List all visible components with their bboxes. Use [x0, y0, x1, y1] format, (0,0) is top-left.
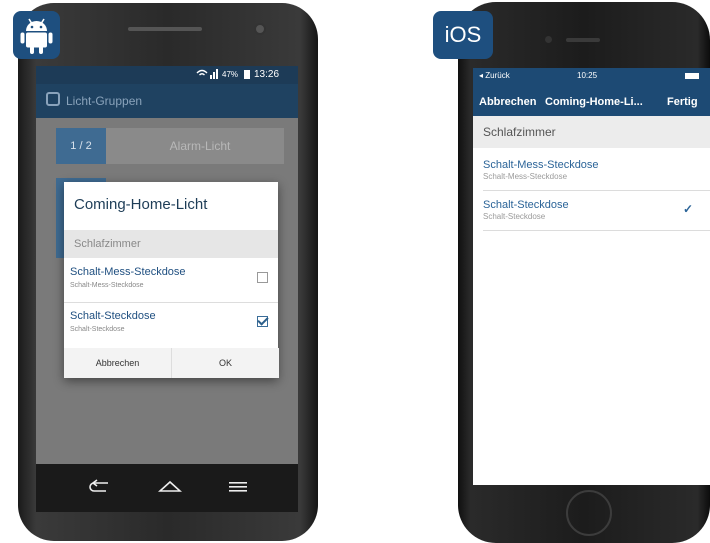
status-time: 10:25 [577, 71, 598, 80]
dialog-title: Coming-Home-Licht [74, 196, 208, 213]
app-bar-title: Licht-Gruppen [66, 94, 143, 108]
android-logo-icon [13, 11, 60, 59]
android-app-bar: Licht-Gruppen [36, 84, 298, 118]
dialog-section-header: Schlafzimmer [64, 230, 278, 258]
checkmark-icon: ✓ [683, 202, 694, 216]
device-checkbox[interactable] [257, 272, 268, 283]
battery-icon [244, 70, 250, 79]
battery-percent: 47% [222, 70, 239, 79]
phone-speaker [566, 38, 600, 42]
phone-speaker [128, 27, 202, 31]
android-status-bar: 47% 13:26 [36, 66, 298, 84]
device-item[interactable]: Schalt-Mess-Steckdose Schalt-Mess-Steckd… [483, 152, 710, 190]
divider [483, 230, 710, 231]
section-label: Schlafzimmer [483, 125, 556, 139]
nav-title: Coming-Home-Li... [545, 96, 643, 108]
android-screen: 47% 13:26 Licht-Gruppen 1 / 2 Alarm-Lich… [36, 66, 298, 464]
group-label: Alarm-Licht [169, 139, 231, 153]
device-subtitle: Schalt-Mess-Steckdose [70, 282, 144, 289]
ios-screen: ◂ Zurück 10:25 Abbrechen Coming-Home-Li.… [473, 68, 710, 485]
device-name: Schalt-Steckdose [70, 310, 156, 322]
phone-camera [545, 36, 552, 43]
device-item[interactable]: Schalt-Mess-Steckdose Schalt-Mess-Steckd… [64, 260, 278, 300]
device-name: Schalt-Mess-Steckdose [70, 266, 186, 278]
device-name: Schalt-Mess-Steckdose [483, 159, 599, 171]
section-label: Schlafzimmer [74, 238, 141, 250]
back-icon[interactable] [88, 477, 110, 498]
device-item[interactable]: Schalt-Steckdose Schalt-Steckdose ✓ [483, 192, 710, 230]
done-button[interactable]: Fertig [667, 96, 698, 108]
back-icon[interactable] [46, 92, 60, 106]
device-subtitle: Schalt-Steckdose [483, 212, 546, 221]
ios-status-bar: ◂ Zurück 10:25 [473, 68, 710, 84]
cancel-button[interactable]: Abbrechen [64, 348, 171, 378]
device-name: Schalt-Steckdose [483, 199, 569, 211]
device-checkbox[interactable] [257, 316, 268, 327]
status-back-link[interactable]: ◂ Zurück [479, 71, 510, 80]
section-header: Schlafzimmer [473, 116, 710, 148]
device-subtitle: Schalt-Steckdose [70, 326, 125, 333]
group-dialog: Coming-Home-Licht Schlafzimmer Schalt-Me… [64, 182, 279, 378]
ok-button[interactable]: OK [171, 348, 279, 378]
android-nav-bar [36, 464, 298, 512]
group-row[interactable]: 1 / 2 Alarm-Licht [56, 128, 284, 164]
divider [483, 190, 710, 191]
device-subtitle: Schalt-Mess-Steckdose [483, 172, 568, 181]
home-button[interactable] [566, 490, 612, 536]
battery-icon [685, 73, 699, 79]
home-icon[interactable] [157, 477, 183, 498]
device-item[interactable]: Schalt-Steckdose Schalt-Steckdose [64, 304, 278, 344]
divider [64, 302, 278, 303]
wifi-signal-icon [196, 69, 218, 82]
menu-icon[interactable] [228, 477, 248, 498]
status-time: 13:26 [254, 69, 280, 80]
cancel-button[interactable]: Abbrechen [479, 96, 536, 108]
group-badge: 1 / 2 [56, 128, 106, 164]
phone-camera [254, 23, 266, 35]
ios-nav-bar: Abbrechen Coming-Home-Li... Fertig [473, 84, 710, 116]
ios-logo-badge: iOS [433, 11, 493, 59]
